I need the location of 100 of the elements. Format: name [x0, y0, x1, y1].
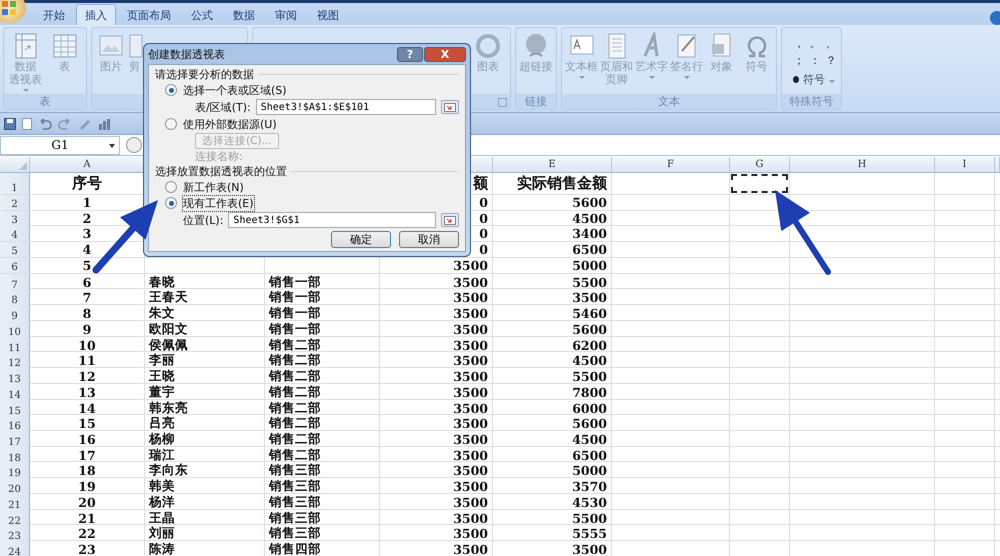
column-header[interactable]: H [858, 159, 866, 170]
table-cell: 欧阳文 [149, 320, 188, 338]
row-header[interactable]: 6 [0, 258, 30, 273]
help-button[interactable]: ? [397, 46, 423, 62]
ribbon-tab[interactable]: 插入 [76, 4, 116, 25]
table-cell: 销售三部 [269, 494, 321, 511]
symbol-button[interactable]: 、 [823, 36, 839, 51]
table-cell: 3500 [453, 448, 488, 463]
ribbon-tab[interactable]: 公式 [182, 4, 222, 25]
row-header[interactable]: 9 [0, 305, 30, 322]
collapse-dialog-button[interactable] [441, 213, 459, 227]
document-icon[interactable] [22, 118, 32, 130]
table-cell: 20 [78, 494, 96, 510]
redo-icon[interactable] [58, 118, 72, 130]
name-box[interactable]: G1 [0, 136, 120, 154]
row-header[interactable]: 3 [0, 210, 30, 226]
section-heading: 选择放置数据透视表的位置 [155, 164, 287, 179]
table-cell: 3500 [453, 510, 488, 526]
symbol-button[interactable]: ： [807, 53, 823, 68]
symbol-button[interactable]: ； [791, 53, 807, 68]
chart-icon[interactable] [98, 118, 112, 130]
cancel-button[interactable]: 取消 [399, 231, 459, 248]
table-cell-text: 王晓 [149, 368, 175, 385]
radio-label[interactable]: 使用外部数据源(U) [182, 116, 278, 132]
table-cell: 8 [82, 306, 92, 322]
row-header[interactable]: 12 [0, 352, 30, 370]
row-header[interactable]: 20 [0, 478, 30, 496]
column-header[interactable]: I [962, 159, 966, 170]
radio-button[interactable] [165, 181, 177, 193]
row-header[interactable]: 8 [0, 289, 30, 306]
table-cell: 0 [479, 210, 488, 226]
symbol-button[interactable]: 。 [807, 36, 823, 51]
brush-icon[interactable] [78, 118, 92, 130]
radio-button[interactable] [165, 118, 177, 130]
table-cell: 朱文 [149, 305, 175, 322]
input-field[interactable]: Sheet3!$G$1 [228, 212, 436, 228]
undo-icon[interactable] [38, 118, 52, 130]
table-cell-text: 瑞江 [149, 446, 175, 464]
table-cell: 15 [78, 416, 96, 432]
column-header[interactable]: E [548, 159, 556, 170]
table-cell-text: 销售三部 [269, 510, 321, 526]
table-cell: 17 [78, 448, 96, 463]
radio-button[interactable] [165, 197, 177, 209]
table-cell: 0 [479, 226, 488, 242]
table-cell: 实际销售金额 [517, 174, 607, 193]
table-cell: 5600 [572, 322, 607, 337]
table-cell: 3400 [572, 226, 607, 242]
table-cell-text: 销售二部 [269, 431, 321, 448]
ribbon-tab[interactable]: 审阅 [266, 4, 306, 25]
table-cell: 19 [78, 479, 96, 494]
pivot-table-icon [12, 32, 38, 60]
section-heading: 请选择要分析的数据 [155, 67, 254, 82]
column-header[interactable]: F [667, 159, 674, 170]
row-header[interactable]: 17 [0, 431, 30, 448]
row-header[interactable]: 5 [0, 242, 30, 258]
table-cell: 12 [78, 369, 96, 384]
ribbon-tab[interactable]: 开始 [34, 4, 74, 25]
dialog-launcher-icon[interactable] [498, 98, 507, 107]
table-cell: 3500 [453, 463, 488, 478]
table-cell: 11 [78, 353, 96, 368]
row-header[interactable]: 13 [0, 368, 30, 386]
close-button[interactable]: X [424, 46, 466, 62]
save-icon[interactable] [4, 118, 16, 130]
page-icon [129, 32, 143, 60]
row-header[interactable]: 24 [0, 541, 30, 556]
row-header[interactable]: 2 [0, 195, 30, 210]
column-header[interactable]: G [756, 159, 764, 170]
column-header[interactable]: A [83, 159, 91, 170]
ok-button[interactable]: 确定 [331, 231, 391, 248]
table-cell-text: 销售二部 [269, 415, 321, 432]
radio-label[interactable]: 新工作表(N) [182, 178, 245, 196]
input-field[interactable]: Sheet3!$A$1:$E$101 [256, 99, 436, 115]
table-cell: 3500 [572, 290, 607, 306]
symbol-menu-button[interactable]: 符号 [793, 72, 839, 87]
row-header[interactable]: 4 [0, 226, 30, 242]
row-header[interactable]: 16 [0, 415, 30, 432]
symbol-button[interactable]: ， [791, 36, 807, 51]
radio-button[interactable] [165, 84, 177, 96]
radio-label[interactable]: 选择一个表或区域(S) [182, 82, 288, 98]
table-cell: 21 [78, 510, 96, 526]
ribbon-tab[interactable]: 数据 [224, 4, 264, 25]
ribbon-tab[interactable]: 视图 [308, 4, 348, 25]
table-cell: 5000 [572, 258, 607, 273]
row-header[interactable]: 1 [0, 173, 30, 194]
table-cell: 吕亮 [149, 415, 175, 432]
symbol-button[interactable]: ？ [823, 53, 839, 68]
row-header[interactable]: 10 [0, 320, 30, 338]
row-header[interactable]: 23 [0, 525, 30, 542]
row-header[interactable]: 21 [0, 494, 30, 511]
table-cell-text: 王晶 [149, 510, 175, 526]
table-cell: 6000 [572, 400, 607, 416]
table-cell: 7800 [572, 384, 607, 400]
row-header[interactable]: 14 [0, 384, 30, 401]
table-cell-text: 销售三部 [269, 478, 321, 495]
table-cell-text: 销售二部 [269, 352, 321, 369]
collapse-dialog-button[interactable] [441, 100, 459, 114]
table-cell-text: 王春天 [149, 289, 188, 306]
table-cell: 5555 [572, 526, 607, 542]
row-header[interactable]: 19 [0, 462, 30, 480]
ribbon-tab[interactable]: 页面布局 [118, 4, 180, 25]
